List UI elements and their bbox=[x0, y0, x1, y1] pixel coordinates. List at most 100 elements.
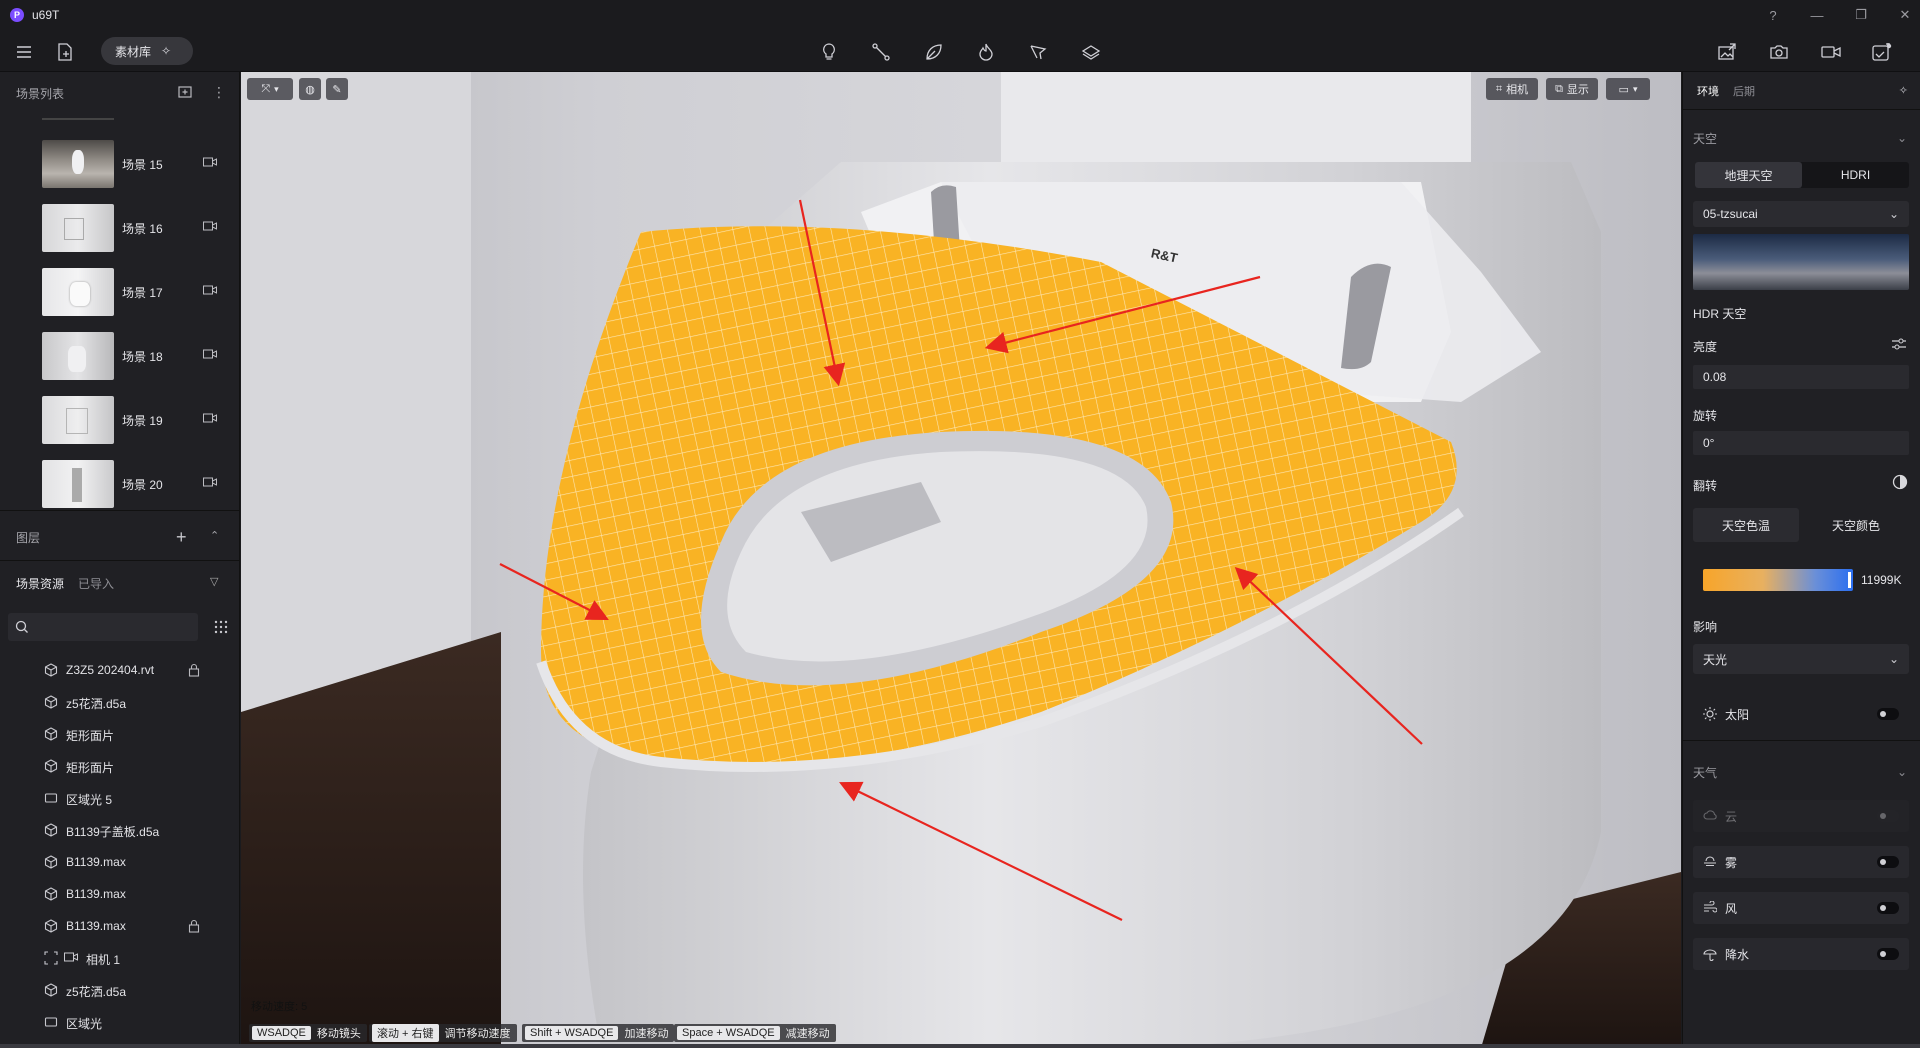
sky-color-button[interactable]: 天空颜色 bbox=[1803, 508, 1909, 542]
filter-dropdown-icon[interactable]: ▽ bbox=[210, 575, 218, 588]
close-icon[interactable]: ✕ bbox=[1898, 7, 1912, 23]
weather-label: 云 bbox=[1725, 809, 1738, 824]
hdri-option[interactable]: HDRI bbox=[1802, 162, 1909, 188]
render-icon[interactable] bbox=[1871, 41, 1893, 63]
resource-item[interactable]: B1139子盖板.d5a bbox=[0, 814, 240, 846]
resource-item[interactable]: 矩形面片 bbox=[0, 750, 240, 782]
rotation-value: 0° bbox=[1703, 436, 1715, 450]
hint-text: 调节移动速度 bbox=[444, 1028, 511, 1040]
3d-viewport[interactable]: R&T ⤧ ▾ ◍ ✎ ⌗ 相机 ⧉ 显示 ▭ ▾ 移动速度: 5 WSADQE 移动镜头… bbox=[241, 72, 1681, 1048]
add-scene-icon[interactable] bbox=[178, 85, 192, 102]
app-logo: P bbox=[10, 8, 24, 22]
tree-icon[interactable] bbox=[1027, 41, 1049, 63]
sky-section-header[interactable]: 天空 ⌄ bbox=[1683, 120, 1920, 156]
resource-label: B1139.max bbox=[66, 887, 126, 901]
video-icon[interactable] bbox=[1820, 41, 1842, 63]
weather-toggle[interactable] bbox=[1877, 902, 1899, 914]
display-icon: ⧉ bbox=[1555, 82, 1563, 95]
influence-select[interactable]: 天光 ⌄ bbox=[1693, 644, 1909, 674]
add-layer-icon[interactable]: + bbox=[176, 527, 187, 548]
layers-icon[interactable] bbox=[1080, 41, 1102, 63]
hdri-select[interactable]: 05-tzsucai ⌄ bbox=[1693, 201, 1909, 227]
resource-item[interactable]: 区域光 bbox=[0, 1006, 240, 1038]
restore-icon[interactable]: ❐ bbox=[1854, 7, 1868, 23]
resource-item[interactable]: z5花洒.d5a bbox=[0, 974, 240, 1006]
menu-icon[interactable] bbox=[13, 41, 35, 63]
weather-row-0: 云 bbox=[1693, 800, 1909, 832]
globe-button[interactable]: ◍ bbox=[299, 78, 321, 100]
scene-camera-icon[interactable] bbox=[203, 156, 217, 168]
asset-library-label: 素材库 bbox=[115, 44, 152, 59]
resource-item[interactable]: B1139.max bbox=[0, 846, 240, 878]
scene-label: 场景 18 bbox=[122, 350, 163, 364]
resource-item[interactable]: B1139.max bbox=[0, 910, 240, 942]
sun-toggle[interactable] bbox=[1877, 708, 1899, 720]
scene-item[interactable]: 场景 19 bbox=[0, 390, 240, 454]
tab-post[interactable]: 后期 bbox=[1733, 83, 1755, 99]
view-mode-button[interactable]: ▭ ▾ bbox=[1606, 78, 1650, 100]
resource-item[interactable]: Z3Z5 202404.rvt bbox=[0, 654, 240, 686]
collapse-icon[interactable]: ⌃ bbox=[210, 529, 219, 542]
asset-library-button[interactable]: 素材库 ✧ bbox=[101, 37, 193, 65]
export-image-icon[interactable] bbox=[1716, 41, 1738, 63]
flame-icon[interactable] bbox=[975, 41, 997, 63]
rotation-input[interactable]: 0° bbox=[1693, 431, 1909, 455]
more-icon[interactable]: ⋮ bbox=[212, 84, 226, 101]
tab-environment[interactable]: 环境 bbox=[1697, 83, 1719, 99]
lock-icon[interactable] bbox=[188, 919, 200, 933]
temperature-slider[interactable] bbox=[1703, 569, 1853, 591]
resource-item[interactable]: z5花洒.d5a bbox=[0, 686, 240, 718]
brightness-input[interactable]: 0.08 bbox=[1693, 365, 1909, 389]
weather-toggle[interactable] bbox=[1877, 856, 1899, 868]
minimize-icon[interactable]: — bbox=[1810, 8, 1824, 23]
leaf-icon[interactable] bbox=[923, 41, 945, 63]
lock-icon[interactable] bbox=[188, 663, 200, 677]
grid-view-icon[interactable] bbox=[214, 620, 228, 637]
scene-camera-icon[interactable] bbox=[203, 476, 217, 488]
eyedropper-button[interactable]: ✎ bbox=[326, 78, 348, 100]
contrast-icon[interactable] bbox=[1892, 474, 1908, 493]
camera-icon[interactable] bbox=[1768, 41, 1790, 63]
sun-label: 太阳 bbox=[1725, 707, 1750, 722]
tab-scene-resources[interactable]: 场景资源 bbox=[16, 575, 64, 592]
help-icon[interactable]: ? bbox=[1766, 8, 1780, 23]
scene-item[interactable]: 场景 17 bbox=[0, 262, 240, 326]
sky-mode-toggle: 地理天空 HDRI bbox=[1695, 162, 1909, 188]
slider-handle[interactable] bbox=[1848, 572, 1851, 588]
camera-menu-button[interactable]: ⌗ 相机 bbox=[1486, 78, 1538, 100]
weather-label: 雾 bbox=[1725, 855, 1738, 870]
cube-icon bbox=[44, 855, 58, 869]
transform-tool-button[interactable]: ⤧ ▾ bbox=[247, 78, 293, 100]
scene-camera-icon[interactable] bbox=[203, 348, 217, 360]
scene-item[interactable]: 场景 16 bbox=[0, 198, 240, 262]
search-input[interactable] bbox=[8, 613, 198, 641]
scene-item[interactable]: 场景 18 bbox=[0, 326, 240, 390]
path-icon[interactable] bbox=[870, 41, 892, 63]
tab-imported[interactable]: 已导入 bbox=[78, 575, 114, 592]
weather-row-2: 风 bbox=[1693, 892, 1909, 924]
scene-camera-icon[interactable] bbox=[203, 412, 217, 424]
new-file-icon[interactable] bbox=[54, 41, 76, 63]
scene-camera-icon[interactable] bbox=[203, 220, 217, 232]
scene-item[interactable]: 场景 15 bbox=[0, 134, 240, 198]
chevron-down-icon: ⌄ bbox=[1896, 765, 1907, 779]
sparkle-icon[interactable]: ✧ bbox=[161, 44, 171, 58]
sky-temperature-button[interactable]: 天空色温 bbox=[1693, 508, 1799, 542]
divider bbox=[1683, 740, 1920, 741]
adjust-icon[interactable] bbox=[1892, 338, 1906, 353]
resource-item[interactable]: 矩形面片 bbox=[0, 718, 240, 750]
magic-icon[interactable]: ✧ bbox=[1899, 84, 1908, 97]
lightbulb-icon[interactable] bbox=[818, 41, 840, 63]
resource-item[interactable]: 区域光 5 bbox=[0, 782, 240, 814]
scene-list-title: 场景列表 bbox=[16, 86, 65, 101]
resource-item[interactable]: 相机 1 bbox=[0, 942, 240, 974]
weather-section-header[interactable]: 天气 ⌄ bbox=[1683, 754, 1920, 790]
scene-item[interactable]: 场景 20 bbox=[0, 454, 240, 518]
weather-toggle[interactable] bbox=[1877, 948, 1899, 960]
sun-toggle-row: 太阳 bbox=[1693, 698, 1909, 730]
scene-camera-icon[interactable] bbox=[203, 284, 217, 296]
display-menu-button[interactable]: ⧉ 显示 bbox=[1546, 78, 1598, 100]
resource-item[interactable]: B1139.max bbox=[0, 878, 240, 910]
resource-label: z5花洒.d5a bbox=[66, 985, 127, 999]
geo-sky-option[interactable]: 地理天空 bbox=[1695, 162, 1802, 188]
